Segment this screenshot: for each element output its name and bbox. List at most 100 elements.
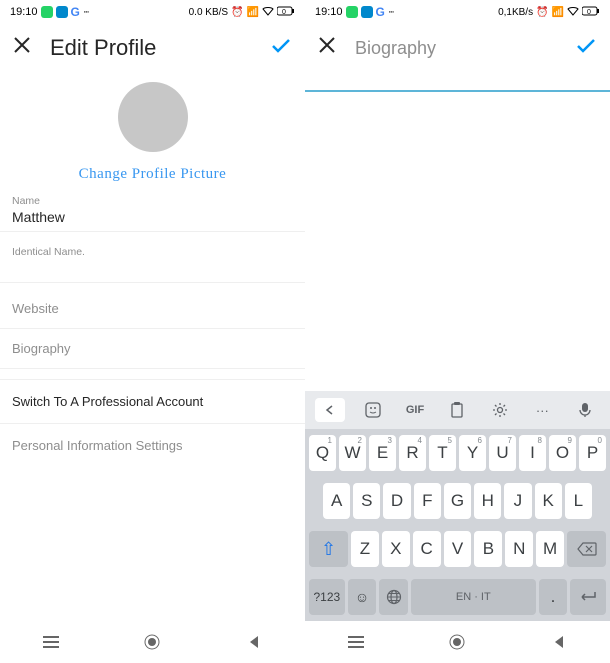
page-title: Edit Profile (50, 35, 251, 61)
kb-shift-key[interactable]: ⇧ (309, 531, 348, 567)
personal-info-link[interactable]: Personal Information Settings (0, 423, 305, 467)
kb-row-4: ?123 ☺ EN · IT . (305, 573, 610, 621)
nav-back-icon[interactable] (234, 632, 274, 652)
kb-key-g[interactable]: G (444, 483, 471, 519)
svg-text:0: 0 (587, 9, 591, 16)
biography-input-underline[interactable] (305, 90, 610, 92)
kb-key-y[interactable]: 6Y (459, 435, 486, 471)
identical-name-label: Identical Name. (12, 246, 293, 258)
kb-key-s[interactable]: S (353, 483, 380, 519)
kb-enter-key[interactable] (570, 579, 606, 615)
kb-key-r[interactable]: 4R (399, 435, 426, 471)
svg-text:0: 0 (282, 9, 286, 16)
more-icon: ··· (388, 6, 393, 18)
nav-bar (0, 621, 305, 663)
nav-back-icon[interactable] (539, 632, 579, 652)
kb-collapse-icon[interactable] (315, 398, 345, 422)
wifi-icon (567, 6, 579, 19)
kb-key-d[interactable]: D (383, 483, 410, 519)
kb-key-w[interactable]: 2W (339, 435, 366, 471)
website-label: Website (12, 301, 59, 316)
kb-key-p[interactable]: 0P (579, 435, 606, 471)
kb-key-t[interactable]: 5T (429, 435, 456, 471)
keyboard: GIF ··· 1Q2W3E4R5T6Y7U8I9O0P ASDFGHJKL ⇧… (305, 391, 610, 621)
kb-key-h[interactable]: H (474, 483, 501, 519)
change-picture-button[interactable]: Change Profile Picture (79, 166, 227, 183)
kb-row-1: 1Q2W3E4R5T6Y7U8I9O0P (305, 429, 610, 477)
battery-icon: 0 (277, 6, 295, 19)
kb-key-z[interactable]: Z (351, 531, 379, 567)
google-icon: G (71, 5, 80, 19)
header: Edit Profile (0, 24, 305, 72)
kb-key-o[interactable]: 9O (549, 435, 576, 471)
network-speed: 0,1KB/s (498, 7, 533, 18)
kb-gif-button[interactable]: GIF (400, 398, 430, 422)
nav-bar (305, 621, 610, 663)
switch-professional-link[interactable]: Switch To A Professional Account (0, 379, 305, 423)
avatar-section: Change Profile Picture (0, 72, 305, 187)
status-time: 19:10 (315, 6, 343, 18)
nav-home-icon[interactable] (437, 632, 477, 652)
kb-numeric-key[interactable]: ?123 (309, 579, 345, 615)
signal-icon: 📶 (552, 7, 564, 18)
kb-key-a[interactable]: A (323, 483, 350, 519)
wifi-icon (262, 6, 274, 19)
battery-icon: 0 (582, 6, 600, 19)
kb-key-e[interactable]: 3E (369, 435, 396, 471)
kb-key-q[interactable]: 1Q (309, 435, 336, 471)
kb-key-m[interactable]: M (536, 531, 564, 567)
nav-menu-icon[interactable] (31, 632, 71, 652)
close-icon[interactable] (12, 35, 32, 61)
whatsapp-icon (41, 6, 53, 18)
alarm-icon: ⏰ (231, 7, 243, 18)
close-icon[interactable] (317, 35, 337, 61)
avatar[interactable] (118, 82, 188, 152)
kb-language-key[interactable] (379, 579, 408, 615)
nav-menu-icon[interactable] (336, 632, 376, 652)
website-field[interactable]: Website (0, 289, 305, 329)
app-icon (361, 6, 373, 18)
biography-label: Biography (12, 341, 71, 356)
kb-period-key[interactable]: . (539, 579, 568, 615)
kb-space-key[interactable]: EN · IT (411, 579, 536, 615)
network-speed: 0.0 KB/S (189, 7, 228, 18)
kb-more-icon[interactable]: ··· (527, 398, 557, 422)
confirm-icon[interactable] (574, 34, 598, 63)
kb-backspace-key[interactable] (567, 531, 606, 567)
kb-key-n[interactable]: N (505, 531, 533, 567)
status-bar: 19:10 G ··· 0.0 KB/S ⏰ 📶 0 (0, 0, 305, 24)
kb-sticker-icon[interactable] (358, 398, 388, 422)
header: Biography (305, 24, 610, 72)
identical-name-field[interactable]: Identical Name. (0, 238, 305, 283)
kb-key-c[interactable]: C (413, 531, 441, 567)
status-bar: 19:10 G ··· 0,1KB/s ⏰ 📶 0 (305, 0, 610, 24)
kb-settings-icon[interactable] (485, 398, 515, 422)
kb-clipboard-icon[interactable] (442, 398, 472, 422)
name-field[interactable]: Name Matthew (0, 187, 305, 232)
signal-icon: 📶 (247, 7, 259, 18)
kb-key-k[interactable]: K (535, 483, 562, 519)
kb-row-3: ⇧ ZXCVBNM (305, 525, 610, 573)
kb-key-x[interactable]: X (382, 531, 410, 567)
kb-mic-icon[interactable] (570, 398, 600, 422)
alarm-icon: ⏰ (536, 7, 548, 18)
nav-home-icon[interactable] (132, 632, 172, 652)
kb-key-f[interactable]: F (414, 483, 441, 519)
whatsapp-icon (346, 6, 358, 18)
kb-key-j[interactable]: J (504, 483, 531, 519)
kb-key-l[interactable]: L (565, 483, 592, 519)
name-label: Name (12, 195, 293, 207)
kb-key-b[interactable]: B (474, 531, 502, 567)
kb-key-u[interactable]: 7U (489, 435, 516, 471)
biography-field[interactable]: Biography (0, 329, 305, 369)
confirm-icon[interactable] (269, 34, 293, 63)
kb-key-i[interactable]: 8I (519, 435, 546, 471)
kb-row-2: ASDFGHJKL (305, 477, 610, 525)
page-title: Biography (355, 38, 556, 59)
more-icon: ··· (83, 6, 88, 18)
kb-emoji-key[interactable]: ☺ (348, 579, 377, 615)
google-icon: G (376, 5, 385, 19)
kb-key-v[interactable]: V (444, 531, 472, 567)
status-time: 19:10 (10, 6, 38, 18)
app-icon (56, 6, 68, 18)
